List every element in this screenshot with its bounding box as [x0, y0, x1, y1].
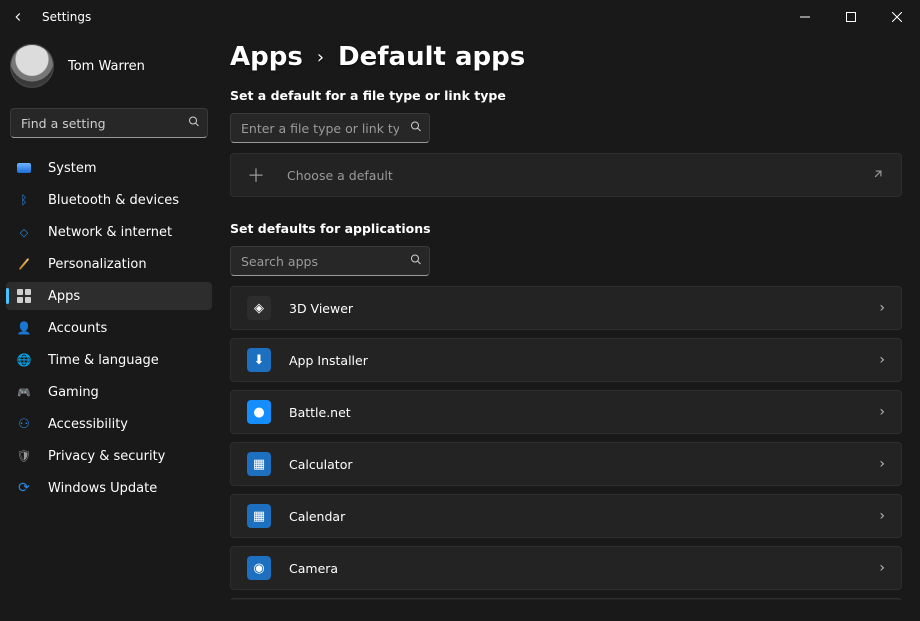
window-controls [782, 0, 920, 34]
apps-section-label: Set defaults for applications [230, 221, 902, 236]
bluetooth-icon: ᛒ [16, 192, 32, 208]
open-external-icon [871, 166, 885, 185]
app-row-label: App Installer [289, 353, 368, 368]
system-icon [16, 160, 32, 176]
chevron-right-icon: › [317, 47, 324, 68]
camera-icon: ◉ [247, 556, 271, 580]
app-row-clock[interactable]: ◷Clock› [230, 598, 902, 600]
chevron-right-icon: › [879, 456, 885, 472]
search-icon [188, 116, 200, 131]
plus-icon: ＋ [247, 162, 265, 188]
app-list: ◈ 3D Viewer › ⬇ App Installer › ● Battle.net › ▦ C… [230, 286, 902, 600]
3d-viewer-icon: ◈ [247, 296, 271, 320]
nav-item-apps[interactable]: Apps [6, 282, 212, 310]
app-row-calendar[interactable]: ▦ Calendar › [230, 494, 902, 538]
nav-item-label: Windows Update [48, 481, 157, 496]
user-name: Tom Warren [68, 59, 145, 74]
nav-item-network[interactable]: ◇ Network & internet [6, 218, 212, 246]
app-row-label: 3D Viewer [289, 301, 353, 316]
accessibility-icon: ⚇ [16, 416, 32, 432]
nav-item-bluetooth[interactable]: ᛒ Bluetooth & devices [6, 186, 212, 214]
nav-item-time[interactable]: 🌐 Time & language [6, 346, 212, 374]
app-row-battle-net[interactable]: ● Battle.net › [230, 390, 902, 434]
network-icon: ◇ [16, 224, 32, 240]
sidebar-search [10, 108, 208, 138]
sidebar-search-input[interactable] [10, 108, 208, 138]
filetype-search [230, 113, 430, 143]
personalization-icon [16, 256, 32, 272]
nav-item-accessibility[interactable]: ⚇ Accessibility [6, 410, 212, 438]
app-row-label: Camera [289, 561, 338, 576]
privacy-icon: 🛡 [16, 448, 32, 464]
breadcrumb-root[interactable]: Apps [230, 42, 303, 72]
nav-item-privacy[interactable]: 🛡 Privacy & security [6, 442, 212, 470]
choose-default-label: Choose a default [287, 168, 393, 183]
nav-item-label: Accounts [48, 321, 107, 336]
app-row-label: Calendar [289, 509, 345, 524]
main-scroll[interactable]: Apps › Default apps Set a default for a … [230, 40, 906, 600]
app-row-camera[interactable]: ◉ Camera › [230, 546, 902, 590]
nav-item-label: Gaming [48, 385, 99, 400]
choose-default-row[interactable]: ＋ Choose a default [230, 153, 902, 197]
nav-item-label: Personalization [48, 257, 147, 272]
close-button[interactable] [874, 0, 920, 34]
maximize-button[interactable] [828, 0, 874, 34]
chevron-right-icon: › [879, 508, 885, 524]
sidebar: Tom Warren System ᛒ Bluetooth & devices ◇ Ne… [0, 34, 218, 621]
nav-item-label: Apps [48, 289, 80, 304]
apps-icon [16, 288, 32, 304]
nav-item-label: System [48, 161, 96, 176]
app-row-calculator[interactable]: ▦ Calculator › [230, 442, 902, 486]
filetype-section-label: Set a default for a file type or link ty… [230, 88, 902, 103]
app-row-label: Calculator [289, 457, 352, 472]
gaming-icon: 🎮 [16, 384, 32, 400]
nav-item-personalization[interactable]: Personalization [6, 250, 212, 278]
breadcrumb-current: Default apps [338, 42, 525, 72]
apps-search-input[interactable] [230, 246, 430, 276]
window-title: Settings [42, 10, 91, 24]
update-icon: ⟳ [16, 480, 32, 496]
back-button[interactable] [6, 5, 30, 29]
app-installer-icon: ⬇ [247, 348, 271, 372]
nav-item-update[interactable]: ⟳ Windows Update [6, 474, 212, 502]
nav-item-label: Accessibility [48, 417, 128, 432]
accounts-icon: 👤 [16, 320, 32, 336]
battle-net-icon: ● [247, 400, 271, 424]
app-row-label: Battle.net [289, 405, 351, 420]
search-icon [410, 121, 422, 136]
filetype-search-input[interactable] [230, 113, 430, 143]
time-icon: 🌐 [16, 352, 32, 368]
titlebar: Settings [0, 0, 920, 34]
calendar-icon: ▦ [247, 504, 271, 528]
nav-item-label: Network & internet [48, 225, 172, 240]
nav-item-label: Bluetooth & devices [48, 193, 179, 208]
nav-list: System ᛒ Bluetooth & devices ◇ Network & int… [6, 154, 212, 502]
chevron-right-icon: › [879, 352, 885, 368]
nav-item-label: Time & language [48, 353, 159, 368]
search-icon [410, 254, 422, 269]
chevron-right-icon: › [879, 560, 885, 576]
chevron-right-icon: › [879, 404, 885, 420]
apps-search [230, 246, 430, 276]
chevron-right-icon: › [879, 300, 885, 316]
nav-item-label: Privacy & security [48, 449, 165, 464]
calculator-icon: ▦ [247, 452, 271, 476]
avatar [10, 44, 54, 88]
nav-item-accounts[interactable]: 👤 Accounts [6, 314, 212, 342]
nav-item-gaming[interactable]: 🎮 Gaming [6, 378, 212, 406]
breadcrumb: Apps › Default apps [230, 40, 902, 86]
nav-item-system[interactable]: System [6, 154, 212, 182]
main-content: Apps › Default apps Set a default for a … [218, 34, 920, 621]
minimize-button[interactable] [782, 0, 828, 34]
user-block[interactable]: Tom Warren [6, 40, 212, 100]
app-row-3d-viewer[interactable]: ◈ 3D Viewer › [230, 286, 902, 330]
app-row-app-installer[interactable]: ⬇ App Installer › [230, 338, 902, 382]
